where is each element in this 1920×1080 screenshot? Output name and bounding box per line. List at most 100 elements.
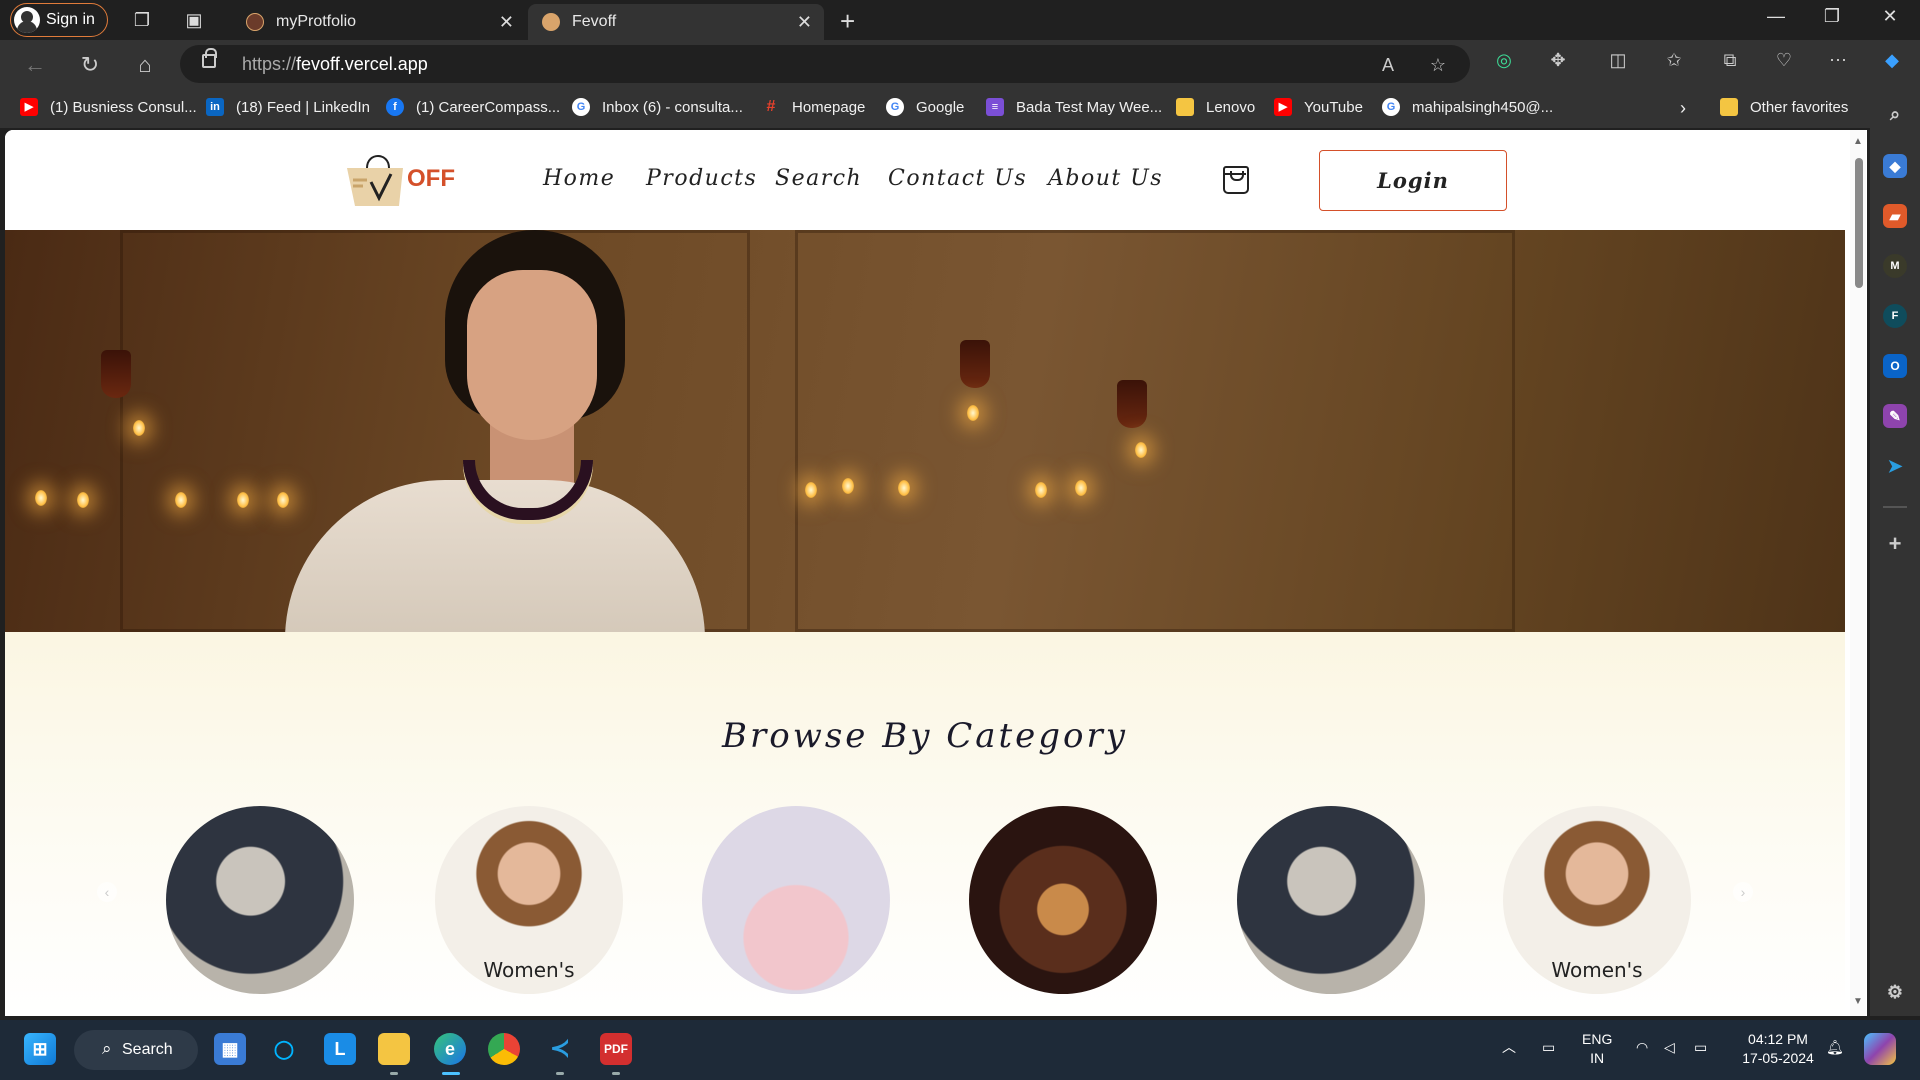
nav-products[interactable]: Products — [646, 166, 757, 191]
category-card-men[interactable] — [166, 806, 354, 994]
tray-overflow-chevron-icon[interactable]: ︿ — [1502, 1038, 1516, 1057]
signin-label: Sign in — [46, 11, 95, 28]
m-app-icon[interactable]: M — [1883, 254, 1907, 278]
home-icon[interactable]: ⌂ — [130, 50, 160, 80]
browser-essentials-icon[interactable]: ♡ — [1772, 48, 1796, 72]
favorite-item[interactable]: G Google — [886, 98, 964, 116]
page-scrollbar[interactable]: ▲ ▼ — [1850, 130, 1866, 1016]
fevoff-logo[interactable]: OFF — [345, 150, 475, 212]
favorite-item[interactable]: in (18) Feed | LinkedIn — [206, 98, 370, 116]
language-indicator[interactable]: ENG IN — [1582, 1030, 1612, 1068]
wifi-icon[interactable]: ◠ — [1636, 1038, 1648, 1057]
candle-flame — [805, 482, 817, 498]
tab-fevoff[interactable]: Fevoff ✕ — [528, 4, 824, 40]
outlook-icon[interactable]: O — [1883, 354, 1907, 378]
workspaces-icon[interactable]: ❐ — [130, 8, 154, 32]
lenovo-l-icon[interactable]: L — [324, 1033, 356, 1065]
svg-text:OFF: OFF — [407, 165, 455, 192]
site-header: OFF Home Products Search Contact Us Abou… — [5, 130, 1845, 230]
favorites-overflow-chevron-icon[interactable]: › — [1680, 98, 1686, 119]
copilot-icon[interactable]: ◆ — [1880, 48, 1904, 72]
favorite-item[interactable]: ▶ (1) Busniess Consul... — [20, 98, 197, 116]
favorite-star-icon[interactable]: ☆ — [1426, 53, 1450, 77]
close-tab-icon[interactable]: ✕ — [797, 12, 812, 33]
shopping-tag-icon[interactable]: ◆ — [1883, 154, 1907, 178]
file-explorer-icon[interactable] — [378, 1033, 410, 1065]
copilot-taskbar-icon[interactable] — [1864, 1033, 1896, 1065]
send-icon[interactable]: ➤ — [1883, 454, 1907, 478]
candle-lamp — [101, 350, 131, 398]
login-button[interactable]: Login — [1319, 150, 1507, 211]
candle-flame — [842, 478, 854, 494]
new-tab-icon[interactable]: + — [840, 6, 855, 37]
windows-start-icon[interactable]: ⊞ — [24, 1033, 56, 1065]
favorite-item[interactable]: Lenovo — [1176, 98, 1255, 116]
taskbar-search[interactable]: ⌕ Search — [74, 1030, 198, 1070]
browse-by-category-section: Browse By Category ‹ › Women's Women's — [5, 632, 1845, 1016]
tab-myprotfolio[interactable]: myProtfolio ✕ — [232, 4, 526, 40]
extensions-icon[interactable]: ✥ — [1546, 48, 1570, 72]
sidebar-settings-icon[interactable]: ⚙ — [1883, 980, 1907, 1004]
minimize-icon[interactable]: — — [1756, 6, 1796, 27]
windows-taskbar: ⊞ ⌕ Search ▦ ◯ L e ≺ PDF ︿ ▭ ENG IN ◠ ◁ … — [0, 1020, 1920, 1080]
store-icon[interactable]: ▦ — [214, 1033, 246, 1065]
refresh-icon[interactable]: ↻ — [75, 50, 105, 80]
sidebar-search-icon[interactable]: ⌕ — [1883, 102, 1907, 126]
favorites-icon[interactable]: ✩ — [1662, 48, 1686, 72]
read-aloud-icon[interactable]: A — [1376, 53, 1400, 77]
restore-icon[interactable]: ❐ — [1812, 6, 1852, 27]
nav-search[interactable]: Search — [775, 166, 862, 191]
scrollbar-thumb[interactable] — [1855, 158, 1863, 288]
split-screen-icon[interactable]: ◫ — [1606, 48, 1630, 72]
favorite-item[interactable]: G Inbox (6) - consulta... — [572, 98, 743, 116]
collections-icon[interactable]: ⧉ — [1718, 48, 1742, 72]
other-favorites-folder[interactable]: Other favorites — [1720, 98, 1848, 116]
sidebar-divider — [1883, 506, 1907, 508]
cortana-icon[interactable]: ◯ — [268, 1033, 300, 1065]
carousel-prev-icon[interactable]: ‹ — [97, 882, 117, 902]
shopping-bag-icon[interactable] — [1223, 166, 1249, 194]
nav-home[interactable]: Home — [543, 166, 615, 191]
close-window-icon[interactable]: ✕ — [1870, 6, 1910, 27]
chrome-icon[interactable] — [488, 1033, 520, 1065]
favorite-item[interactable]: f (1) CareerCompass... — [386, 98, 560, 116]
category-card-men[interactable] — [1237, 806, 1425, 994]
touch-keyboard-icon[interactable]: ▭ — [1542, 1038, 1555, 1057]
close-tab-icon[interactable]: ✕ — [499, 12, 514, 33]
scroll-down-icon[interactable]: ▼ — [1853, 996, 1863, 1007]
battery-icon[interactable]: ▭ — [1694, 1038, 1707, 1057]
notification-bell-icon[interactable]: 🔔︎ — [1826, 1038, 1844, 1057]
tools-icon[interactable]: ▰ — [1883, 204, 1907, 228]
tab-actions-icon[interactable]: ▣ — [182, 8, 206, 32]
f-app-icon[interactable]: F — [1883, 304, 1907, 328]
category-card-kids[interactable] — [702, 806, 890, 994]
portfolio-favicon-icon — [246, 13, 264, 31]
nav-contact-us[interactable]: Contact Us — [888, 166, 1027, 191]
more-menu-icon[interactable]: ⋯ — [1826, 48, 1850, 72]
category-card-women[interactable]: Women's — [1503, 806, 1691, 994]
nav-about-us[interactable]: About Us — [1048, 166, 1163, 191]
pdf-editor-icon[interactable]: PDF — [600, 1033, 632, 1065]
extension-ring-icon[interactable]: ◎ — [1492, 48, 1516, 72]
edge-browser-icon[interactable]: e — [434, 1033, 466, 1065]
favorite-item[interactable]: ▶ YouTube — [1274, 98, 1363, 116]
search-icon: ⌕ — [102, 1039, 112, 1058]
back-arrow-icon[interactable]: ← — [20, 50, 50, 80]
candle-lamp — [960, 340, 990, 388]
favorite-item[interactable]: ≡ Bada Test May Wee... — [986, 98, 1162, 116]
favorite-item[interactable]: G mahipalsingh450@... — [1382, 98, 1553, 116]
designer-icon[interactable]: ✎ — [1883, 404, 1907, 428]
category-card-women[interactable]: Women's — [435, 806, 623, 994]
scroll-up-icon[interactable]: ▲ — [1853, 136, 1863, 147]
address-bar[interactable]: https://fevoff.vercel.app A ☆ — [180, 45, 1470, 83]
active-indicator — [442, 1072, 460, 1075]
clock[interactable]: 04:12 PM 17-05-2024 — [1736, 1030, 1820, 1068]
add-sidebar-app-icon[interactable]: + — [1883, 532, 1907, 556]
vscode-icon[interactable]: ≺ — [544, 1033, 576, 1065]
google-icon: G — [572, 98, 590, 116]
category-card-party[interactable] — [969, 806, 1157, 994]
volume-icon[interactable]: ◁ — [1664, 1038, 1675, 1057]
carousel-next-icon[interactable]: › — [1733, 882, 1753, 902]
profile-signin-button[interactable]: Sign in — [10, 3, 108, 37]
favorite-item[interactable]: # Homepage — [762, 98, 866, 116]
